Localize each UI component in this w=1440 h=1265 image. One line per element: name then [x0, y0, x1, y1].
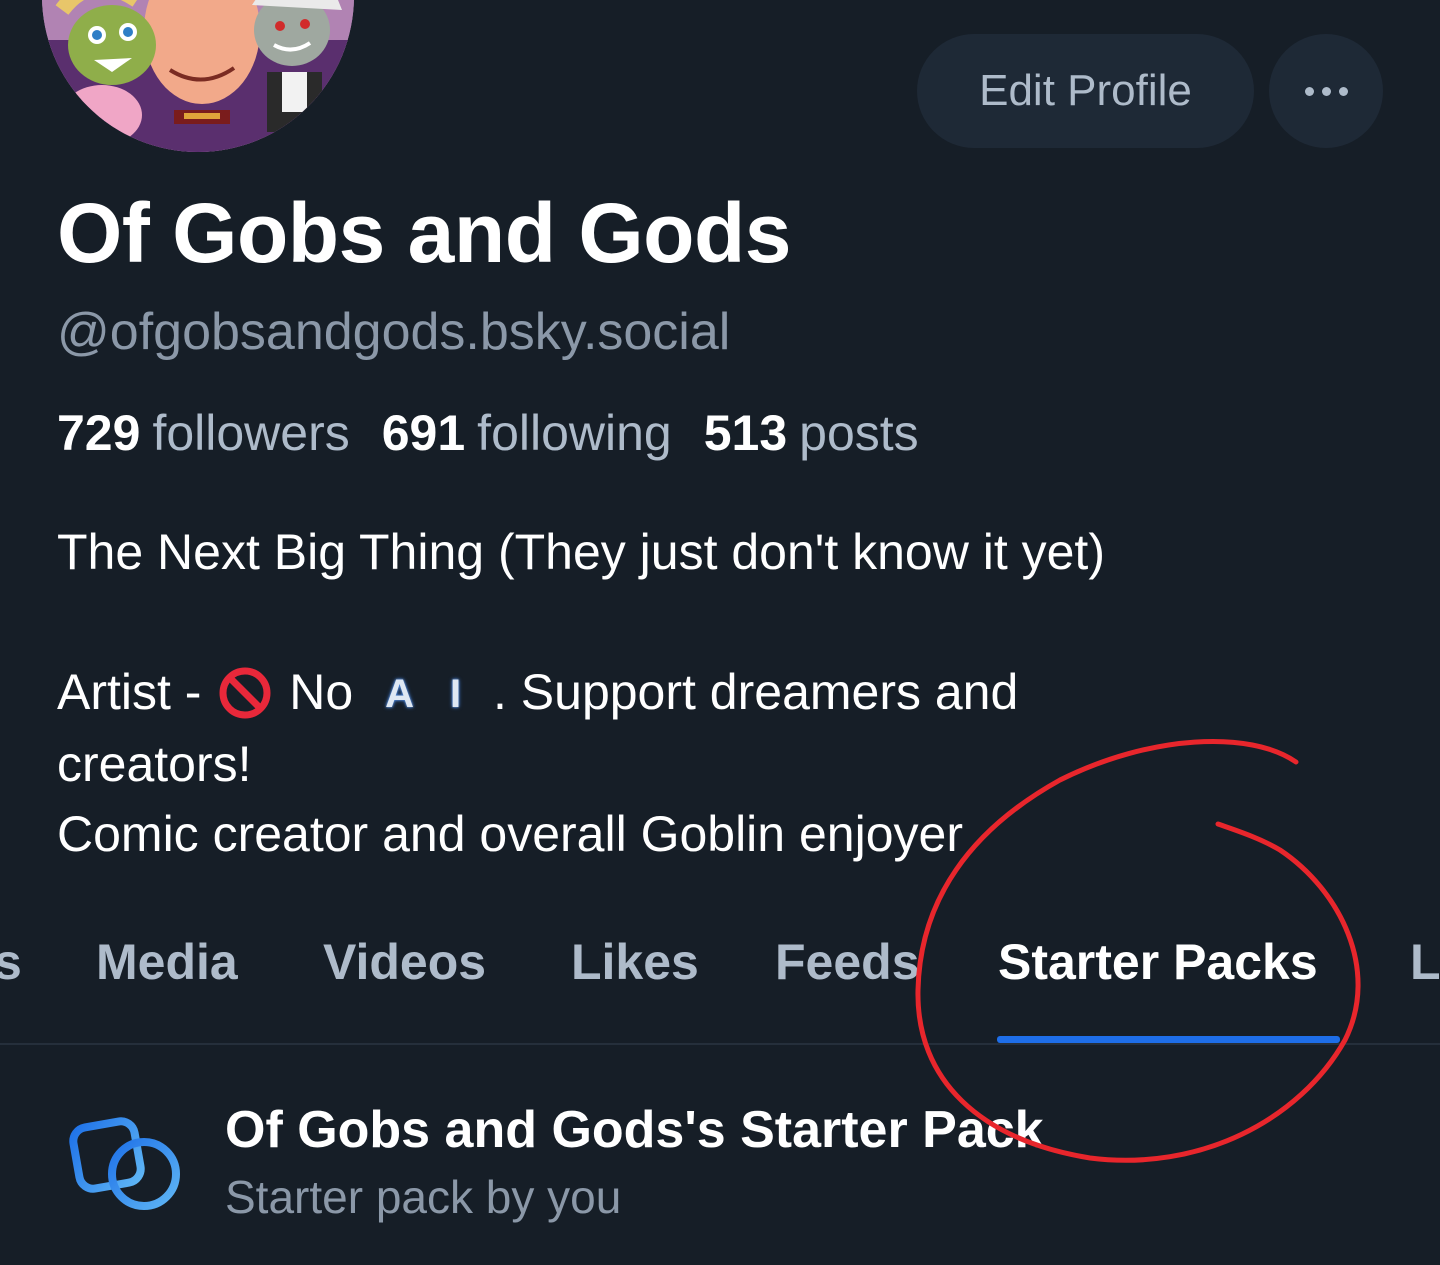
bio-line-3: creators! — [57, 736, 252, 792]
active-tab-indicator — [997, 1036, 1340, 1043]
bio-no-text: No — [289, 664, 354, 720]
tab-videos[interactable]: Videos — [323, 933, 486, 991]
avatar[interactable] — [42, 0, 354, 152]
starter-pack-subtitle: Starter pack by you — [225, 1171, 622, 1223]
tab-media[interactable]: Media — [96, 933, 238, 991]
avatar-illustration — [42, 0, 354, 152]
tab-feeds[interactable]: Feeds — [775, 933, 920, 991]
ai-letter-i: I — [449, 672, 462, 716]
bio: The Next Big Thing (They just don't know… — [57, 517, 1387, 869]
bio-spacer — [57, 587, 1387, 657]
bio-line-1: The Next Big Thing (They just don't know… — [57, 524, 1105, 580]
followers-count: 729 — [57, 405, 141, 461]
bio-line-4: Comic creator and overall Goblin enjoyer — [57, 806, 963, 862]
following-label: following — [477, 405, 672, 461]
ellipsis-icon — [1338, 86, 1348, 96]
ai-letter-a: A — [385, 672, 414, 716]
display-name: Of Gobs and Gods — [57, 186, 792, 280]
bio-support-text: . Support dreamers and — [493, 664, 1019, 720]
bio-line-2: Artist - No AI . Support dreamers and — [57, 657, 1387, 729]
starter-pack-icon — [69, 1117, 180, 1210]
more-options-button[interactable] — [1269, 34, 1383, 148]
no-entry-icon — [219, 667, 271, 719]
ellipsis-icon — [1304, 86, 1314, 96]
following-stat[interactable]: 691 following — [382, 404, 672, 462]
tab-posts-partial[interactable]: s — [0, 933, 22, 991]
posts-label: posts — [799, 405, 919, 461]
posts-stat: 513 posts — [704, 404, 919, 462]
profile-page: Edit Profile Of Gobs and Gods @ofgobsand… — [0, 0, 1440, 1265]
starter-pack-title[interactable]: Of Gobs and Gods's Starter Pack — [225, 1100, 1044, 1160]
posts-count: 513 — [703, 405, 788, 461]
tab-starter-packs[interactable]: Starter Packs — [998, 933, 1318, 991]
ellipsis-icon — [1321, 86, 1331, 96]
followers-label: followers — [152, 405, 350, 461]
edit-profile-label: Edit Profile — [979, 66, 1192, 115]
bio-artist-text: Artist - — [57, 664, 202, 720]
edit-profile-button[interactable]: Edit Profile — [917, 34, 1254, 148]
following-count: 691 — [381, 405, 466, 461]
handle: @ofgobsandgods.bsky.social — [57, 303, 731, 361]
followers-stat[interactable]: 729 followers — [57, 404, 350, 462]
profile-tabs: s Media Videos Likes Feeds Starter Packs… — [0, 905, 1440, 1045]
tab-likes[interactable]: Likes — [571, 933, 699, 991]
profile-stats: 729 followers 691 following 513 posts — [57, 404, 951, 462]
tab-lists-partial[interactable]: L — [1410, 933, 1440, 991]
